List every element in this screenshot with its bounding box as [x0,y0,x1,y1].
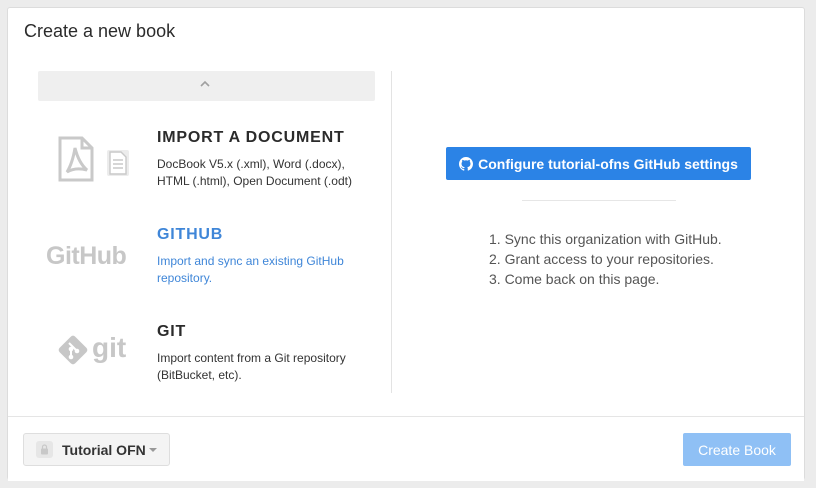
dialog-footer: Tutorial OFN Create Book [8,416,804,481]
source-git[interactable]: git GIT Import content from a Git reposi… [38,323,376,388]
source-name: GITHUB [157,226,224,243]
source-description: Import and sync an existing GitHub repos… [157,254,344,285]
github-icon [459,156,474,171]
git-logo: git [56,332,127,367]
configure-github-button[interactable]: Configure tutorial-ofns GitHub settings [446,147,751,180]
chevron-up-icon [200,80,210,87]
organization-label: Tutorial OFN [62,441,146,458]
source-import-document[interactable]: IMPORT A DOCUMENT DocBook V5.x (.xml), W… [38,129,376,194]
git-logo-text: git [92,332,127,363]
dialog-title: Create a new book [24,21,176,41]
source-description: DocBook V5.x (.xml), Word (.docx), HTML … [157,157,352,188]
column-divider [391,71,392,393]
source-name: GIT [157,323,187,340]
pdf-document-icon [58,136,129,182]
github-steps-list: 1. Sync this organization with GitHub. 2… [489,229,722,289]
github-step: 1. Sync this organization with GitHub. [489,231,722,247]
github-step: 3. Come back on this page. [489,271,660,287]
create-book-dialog: Create a new book IMPORT A DOCUMENT DocB… [7,7,805,481]
git-diamond-icon [58,335,88,365]
github-logo: GitHub [46,242,127,270]
panel-divider [522,200,676,201]
create-book-button[interactable]: Create Book [683,433,791,466]
source-description: Import content from a Git repository (Bi… [157,351,346,382]
source-github[interactable]: GitHub GITHUB Import and sync an existin… [38,226,376,291]
lock-icon [41,444,48,455]
scroll-up-button[interactable] [38,71,375,101]
caret-down-icon [148,448,157,452]
import-source-list: IMPORT A DOCUMENT DocBook V5.x (.xml), W… [38,71,376,398]
configure-github-label: Configure tutorial-ofns GitHub settings [478,155,738,172]
github-step: 2. Grant access to your repositories. [489,251,714,267]
organization-avatar [36,441,53,458]
organization-selector[interactable]: Tutorial OFN [23,433,170,466]
source-name: IMPORT A DOCUMENT [157,129,345,146]
